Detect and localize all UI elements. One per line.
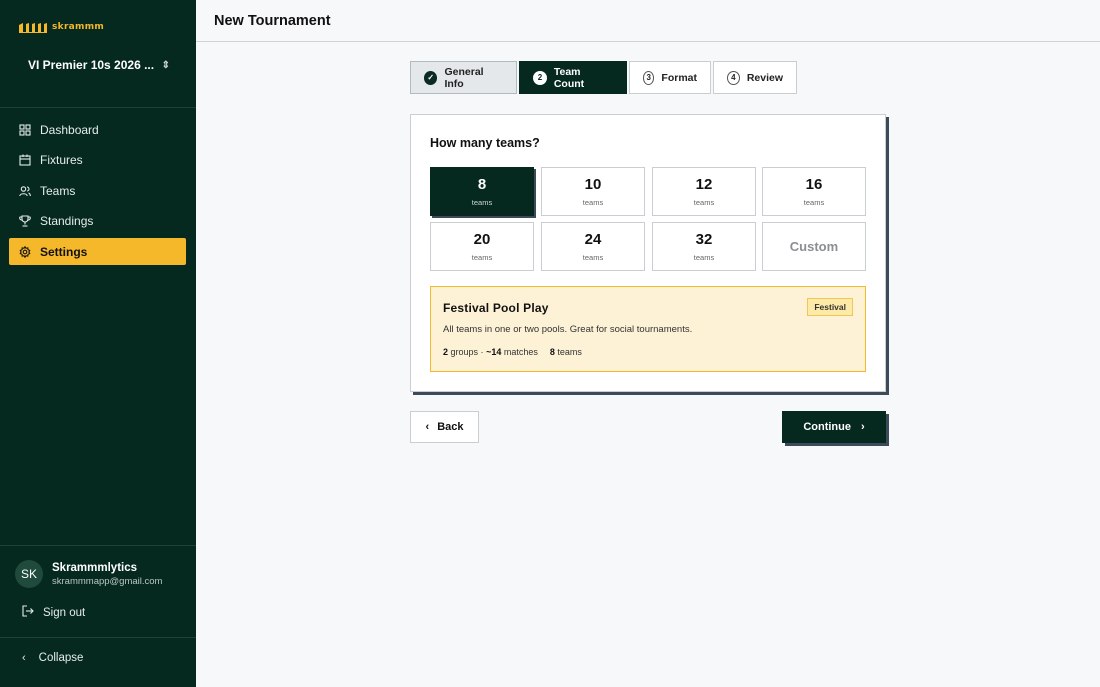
sign-out-button[interactable]: Sign out — [22, 605, 85, 620]
step-label: Format — [661, 71, 697, 84]
sidebar: skrammm VI Premier 10s 2026 ... ⇕ Dashbo… — [0, 0, 196, 687]
team-option-16[interactable]: 16 teams — [762, 167, 866, 216]
option-unit: teams — [582, 197, 604, 207]
back-button[interactable]: ‹ Back — [410, 411, 479, 443]
sidebar-item-label: Standings — [40, 214, 94, 228]
dashboard-icon — [19, 123, 31, 136]
sidebar-item-label: Dashboard — [40, 122, 99, 137]
chevron-left-icon: ‹ — [425, 421, 430, 433]
gear-icon — [19, 245, 31, 258]
sidebar-item-fixtures[interactable]: Fixtures — [9, 147, 186, 174]
chevron-right-icon: › — [861, 421, 865, 433]
tournament-selector[interactable]: VI Premier 10s 2026 ... ⇕ — [28, 56, 170, 74]
team-option-20[interactable]: 20 teams — [430, 222, 534, 271]
groups-count: 2 — [443, 347, 449, 357]
divider — [0, 107, 196, 108]
format-meta: 2 groups · ~14 matches 8 teams — [443, 347, 582, 357]
back-label: Back — [437, 421, 464, 433]
sidebar-item-label: Fixtures — [40, 153, 83, 167]
divider — [0, 545, 196, 546]
team-option-24[interactable]: 24 teams — [541, 222, 645, 271]
users-icon — [19, 185, 31, 197]
calendar-icon — [19, 154, 31, 166]
tournament-name: VI Premier 10s 2026 ... — [28, 58, 155, 72]
option-value: 20 — [473, 230, 491, 248]
user-email: skrammmapp@gmail.com — [52, 575, 163, 587]
wizard-stepper: ✓ General Info 2 Team Count 3 Format 4 R… — [410, 61, 799, 94]
team-option-12[interactable]: 12 teams — [652, 167, 756, 216]
sidebar-item-settings[interactable]: Settings — [9, 238, 186, 265]
step-number: 2 — [533, 70, 547, 85]
sign-out-label: Sign out — [43, 606, 86, 619]
option-value: 8 — [477, 175, 487, 193]
card-title: How many teams? — [430, 136, 540, 150]
format-preview: Festival Pool Play Festival All teams in… — [430, 286, 866, 372]
check-icon: ✓ — [424, 70, 438, 85]
user-profile[interactable]: SK Skrammmlytics skrammmapp@gmail.com — [15, 560, 162, 588]
format-groups: 2 groups · ~14 matches — [443, 347, 538, 357]
option-value: 32 — [695, 230, 713, 248]
logo-text: skrammm — [52, 22, 105, 32]
option-unit: teams — [471, 197, 493, 207]
chevron-updown-icon: ⇕ — [161, 59, 170, 71]
sidebar-nav: Dashboard Fixtures Teams Standings Setti… — [9, 116, 186, 269]
chevron-left-icon: ‹ — [22, 652, 26, 664]
step-label: Team Count — [553, 65, 585, 90]
user-name: Skrammmlytics — [52, 561, 138, 574]
logo[interactable]: skrammm — [18, 20, 104, 34]
continue-button[interactable]: Continue › — [782, 411, 886, 443]
continue-label: Continue — [803, 421, 851, 433]
option-value: 16 — [805, 175, 823, 193]
collapse-label: Collapse — [38, 652, 84, 664]
sidebar-item-label: Teams — [40, 183, 76, 198]
page-title: New Tournament — [214, 13, 331, 29]
step-review[interactable]: 4 Review — [713, 61, 797, 94]
option-value: 10 — [584, 175, 602, 193]
teams-text: teams — [557, 347, 582, 357]
step-label: Review — [746, 71, 783, 84]
collapse-button[interactable]: ‹ Collapse — [22, 652, 83, 664]
format-teams: 8 teams — [550, 347, 582, 357]
sidebar-item-label: Settings — [40, 244, 88, 259]
option-unit: teams — [471, 252, 493, 262]
option-value: Custom — [789, 239, 839, 254]
avatar: SK — [15, 560, 43, 588]
step-team-count[interactable]: 2 Team Count — [519, 61, 627, 94]
option-value: 12 — [695, 175, 713, 193]
team-count-card: How many teams? 8 teams 10 teams 12 team… — [410, 114, 886, 392]
step-number: 3 — [643, 70, 655, 85]
divider — [0, 637, 196, 638]
matches-text: matches — [503, 347, 538, 357]
step-format[interactable]: 3 Format — [629, 61, 711, 94]
sidebar-item-teams[interactable]: Teams — [9, 177, 186, 204]
team-option-10[interactable]: 10 teams — [541, 167, 645, 216]
logo-icon — [19, 23, 47, 33]
teams-count: 8 — [549, 347, 555, 357]
sign-out-icon — [22, 605, 34, 620]
team-option-32[interactable]: 32 teams — [652, 222, 756, 271]
option-unit: teams — [693, 197, 715, 207]
option-value: 24 — [584, 230, 602, 248]
groups-text: groups · — [450, 347, 484, 357]
format-badge: Festival — [807, 298, 853, 316]
step-number: 4 — [727, 70, 740, 85]
format-name: Festival Pool Play — [443, 301, 549, 315]
sidebar-item-standings[interactable]: Standings — [9, 208, 186, 235]
step-label: General Info — [444, 65, 484, 90]
page-header: New Tournament — [196, 0, 1100, 42]
option-unit: teams — [582, 252, 604, 262]
team-option-8[interactable]: 8 teams — [430, 167, 534, 216]
format-description: All teams in one or two pools. Great for… — [443, 324, 693, 335]
step-general-info[interactable]: ✓ General Info — [410, 61, 517, 94]
team-option-custom[interactable]: Custom — [762, 222, 866, 271]
sidebar-item-dashboard[interactable]: Dashboard — [9, 116, 186, 143]
trophy-icon — [19, 215, 31, 227]
option-unit: teams — [803, 197, 825, 207]
option-unit: teams — [693, 252, 715, 262]
matches-count: ~14 — [486, 347, 502, 357]
